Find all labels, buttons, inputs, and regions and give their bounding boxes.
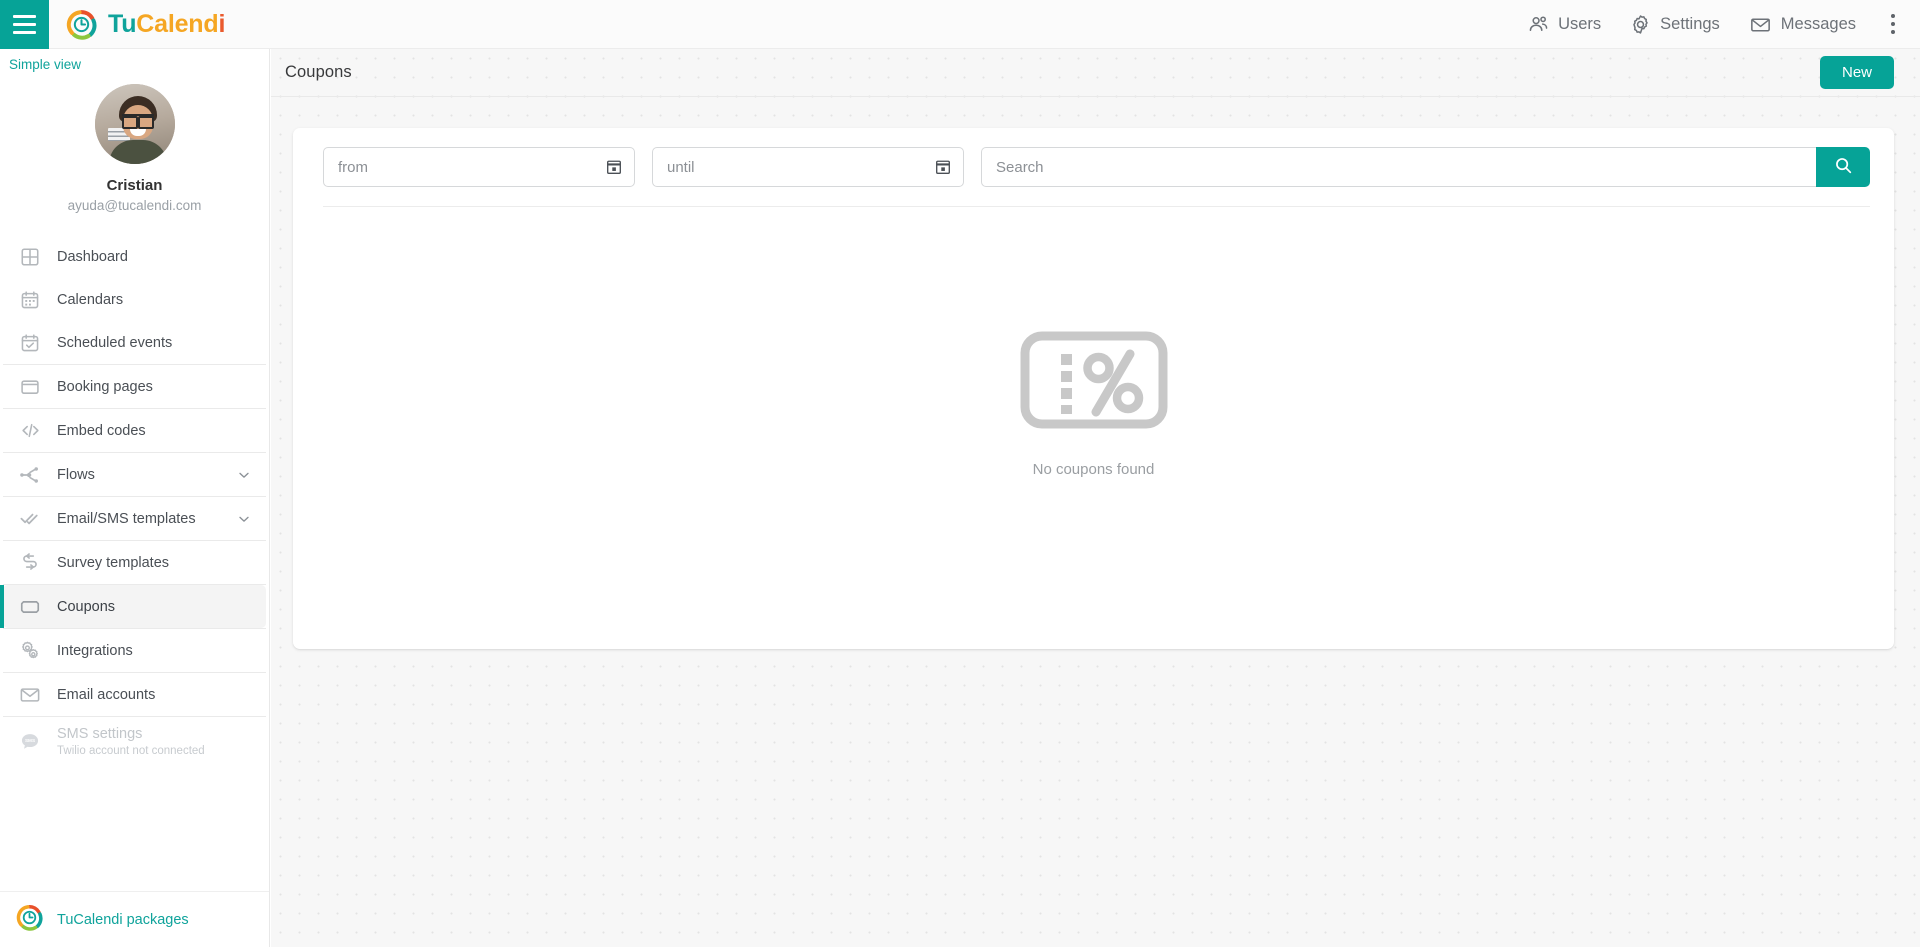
settings-label: Settings	[1660, 14, 1720, 33]
avatar[interactable]	[94, 84, 175, 164]
until-date-input[interactable]	[652, 147, 964, 187]
main-content: Coupons New from until Search No coupons…	[271, 49, 1920, 947]
chevron-down-icon[interactable]	[236, 511, 252, 527]
sidebar-item-label: Calendars	[57, 291, 124, 308]
brand-name-part-1: Tu	[108, 9, 137, 38]
sms-bubble-icon: SMS	[17, 731, 43, 753]
coupons-card: No coupons found	[293, 128, 1894, 649]
sidebar-item-booking-pages[interactable]: Booking pages	[3, 365, 266, 408]
sidebar-item-sms-settings[interactable]: SMS SMS settings Twilio account not conn…	[3, 717, 266, 767]
page-header: Coupons New	[271, 49, 1920, 97]
hamburger-icon-bar	[13, 30, 36, 34]
search-input[interactable]	[981, 147, 1816, 187]
chevron-down-icon[interactable]	[236, 467, 252, 483]
envelope-icon	[1748, 12, 1773, 37]
tucalendi-packages-label: TuCalendi packages	[57, 911, 189, 928]
sidebar-item-flows[interactable]: Flows	[3, 453, 266, 496]
tucalendi-logo-icon	[66, 9, 97, 40]
until-date-field	[652, 147, 964, 187]
empty-state-message: No coupons found	[1032, 461, 1155, 478]
sidebar-item-email-sms-templates[interactable]: Email/SMS templates	[3, 497, 266, 540]
svg-text:SMS: SMS	[25, 738, 35, 743]
gear-icon	[1629, 13, 1652, 36]
gears-icon	[17, 640, 43, 662]
sidebar-item-calendars[interactable]: Calendars	[3, 278, 266, 321]
messages-button[interactable]: Messages	[1734, 0, 1870, 49]
brand-logo-link[interactable]: TuCalendi	[66, 9, 225, 40]
sidebar-item-email-accounts[interactable]: Email accounts	[3, 673, 266, 716]
sidebar-item-dashboard[interactable]: Dashboard	[3, 235, 266, 278]
page-title: Coupons	[285, 63, 352, 81]
double-check-icon	[17, 508, 43, 530]
profile-name: Cristian	[106, 177, 163, 194]
empty-state: No coupons found	[293, 207, 1894, 649]
sidebar-item-label: Embed codes	[57, 422, 146, 439]
sidebar: Simple view Cristian ayuda@tucalendi.com…	[0, 49, 270, 947]
search-button[interactable]	[1816, 147, 1870, 187]
sidebar-item-label: Email/SMS templates	[57, 510, 196, 527]
sidebar-item-label: Booking pages	[57, 378, 153, 395]
from-date-input[interactable]	[323, 147, 635, 187]
top-bar: TuCalendi Users Settings Messages	[0, 0, 1920, 49]
kebab-menu-icon[interactable]	[1876, 0, 1910, 49]
messages-label: Messages	[1780, 14, 1856, 33]
from-date-field	[323, 147, 635, 187]
brand-name: TuCalendi	[108, 10, 225, 39]
sidebar-item-embed-codes[interactable]: Embed codes	[3, 409, 266, 452]
sidebar-item-label: Dashboard	[57, 248, 128, 265]
sidebar-nav: Dashboard Calendars Scheduled events Boo…	[0, 230, 269, 767]
sidebar-item-label: SMS settings	[57, 726, 143, 743]
search-icon	[1834, 156, 1853, 178]
top-bar-actions: Users Settings Messages	[1513, 0, 1920, 48]
sidebar-profile: Cristian ayuda@tucalendi.com	[0, 72, 269, 230]
calendar-icon	[17, 290, 43, 310]
sidebar-item-scheduled-events[interactable]: Scheduled events	[3, 321, 266, 364]
tucalendi-logo-icon	[16, 904, 43, 936]
brand-name-part-3: i	[218, 9, 226, 38]
survey-arrows-icon	[17, 552, 43, 574]
tucalendi-packages-link[interactable]: TuCalendi packages	[0, 891, 269, 947]
hamburger-menu-button[interactable]	[0, 0, 49, 49]
sidebar-item-label: Integrations	[57, 642, 133, 659]
sidebar-item-label: Coupons	[57, 598, 116, 615]
search-field-group	[981, 147, 1870, 187]
hamburger-icon-bar	[13, 14, 36, 18]
new-coupon-button[interactable]: New	[1819, 56, 1894, 89]
coupon-percent-icon	[1020, 330, 1168, 435]
sidebar-item-label: Flows	[57, 466, 95, 483]
settings-button[interactable]: Settings	[1615, 0, 1734, 49]
hamburger-icon-bar	[13, 22, 36, 26]
ticket-icon	[17, 596, 43, 618]
flow-nodes-icon	[17, 464, 43, 486]
envelope-icon	[17, 684, 43, 706]
calendar-check-icon	[17, 333, 43, 353]
profile-email: ayuda@tucalendi.com	[67, 198, 202, 213]
sidebar-item-label: Scheduled events	[57, 334, 173, 351]
users-label: Users	[1558, 14, 1602, 33]
sidebar-item-label: Survey templates	[57, 554, 170, 571]
filter-row	[293, 128, 1894, 187]
sidebar-item-label: Email accounts	[57, 686, 156, 703]
sidebar-item-coupons[interactable]: Coupons	[0, 585, 266, 629]
code-brackets-icon	[17, 420, 43, 441]
sidebar-item-survey-templates[interactable]: Survey templates	[3, 541, 266, 584]
users-button[interactable]: Users	[1513, 0, 1615, 49]
users-icon	[1527, 13, 1550, 36]
dashboard-grid-icon	[17, 247, 43, 267]
simple-view-link[interactable]: Simple view	[0, 49, 269, 72]
window-icon	[17, 377, 43, 397]
brand-name-part-2: Calend	[136, 9, 219, 38]
sidebar-item-integrations[interactable]: Integrations	[3, 629, 266, 672]
sidebar-item-sublabel: Twilio account not connected	[57, 745, 205, 758]
